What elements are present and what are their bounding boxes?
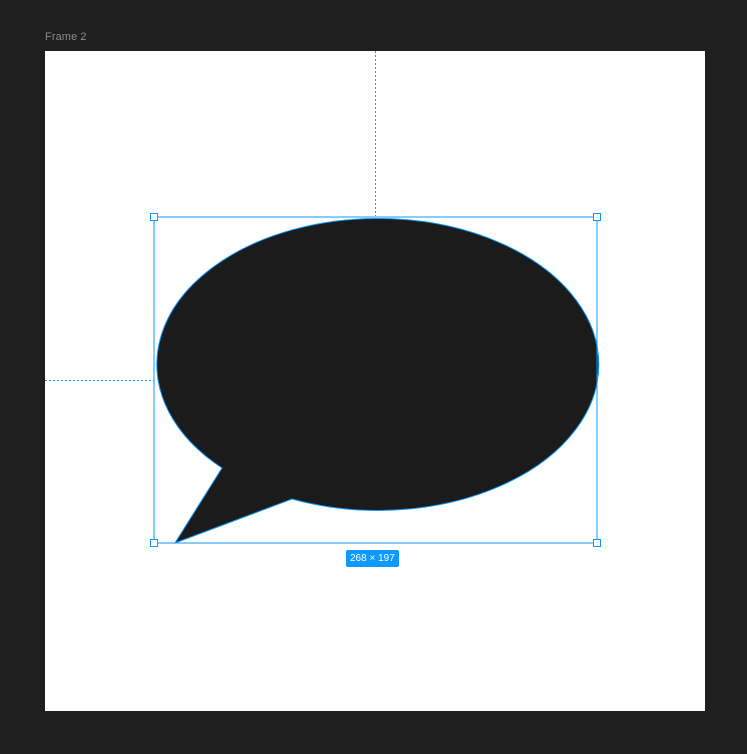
canvas-overlay: [45, 51, 601, 547]
speech-bubble-shape[interactable]: [156, 217, 600, 544]
speech-bubble-body: [156, 217, 600, 544]
resize-handle-top-right[interactable]: [593, 213, 601, 221]
resize-handle-bottom-right[interactable]: [593, 539, 601, 547]
resize-handle-bottom-left[interactable]: [150, 539, 158, 547]
dimensions-badge: 268 × 197: [346, 550, 399, 567]
resize-handle-top-left[interactable]: [150, 213, 158, 221]
